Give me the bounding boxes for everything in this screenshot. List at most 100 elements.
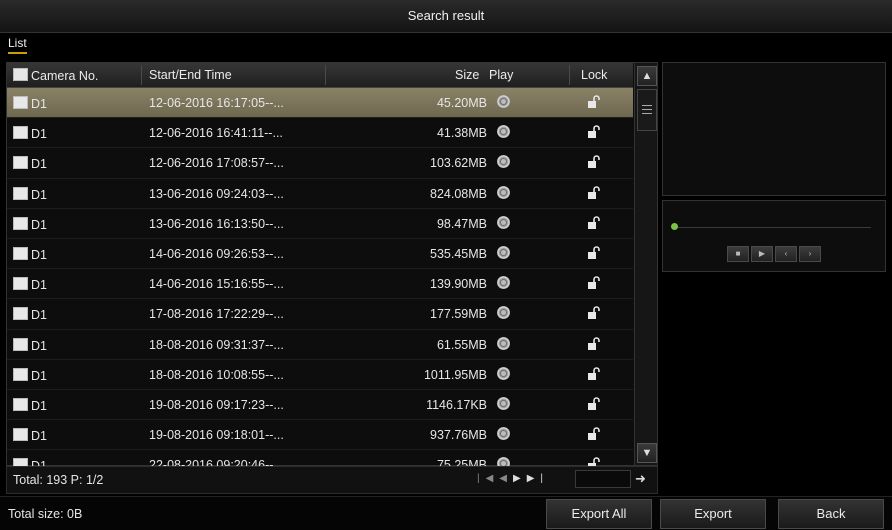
play-disc-icon[interactable] xyxy=(497,427,510,441)
row-checkbox[interactable] xyxy=(13,277,28,291)
pagination-controls[interactable]: |◀◀▶▶| xyxy=(477,473,549,484)
size-cell: 1146.17KB xyxy=(426,397,487,412)
table-row[interactable]: D1 13-06-2016 16:13:50--... 98.47MB xyxy=(7,209,633,239)
fast-forward-icon[interactable]: › xyxy=(799,246,821,262)
header-time[interactable]: Start/End Time xyxy=(149,68,232,82)
table-row[interactable]: D1 12-06-2016 16:41:11--... 41.38MB xyxy=(7,118,633,149)
list-footer: Total: 193 P: 1/2 |◀◀▶▶| ➜ xyxy=(6,466,658,494)
camera-label: D1 xyxy=(31,97,47,111)
play-disc-icon[interactable] xyxy=(497,185,510,199)
size-cell: 535.45MB xyxy=(430,246,487,261)
table-row[interactable]: D1 18-08-2016 09:31:37--... 61.55MB xyxy=(7,330,633,360)
play-disc-icon[interactable] xyxy=(497,125,510,139)
column-divider xyxy=(141,65,142,85)
select-all-checkbox[interactable] xyxy=(13,68,28,81)
row-checkbox[interactable] xyxy=(13,186,28,200)
row-checkbox[interactable] xyxy=(13,216,28,230)
play-disc-icon[interactable] xyxy=(497,215,510,229)
size-cell: 61.55MB xyxy=(436,337,487,352)
table-row[interactable]: D1 17-08-2016 17:22:29--... 177.59MB xyxy=(7,299,633,330)
row-checkbox[interactable] xyxy=(13,337,28,351)
table-row[interactable]: D1 14-06-2016 15:16:55--... 139.90MB xyxy=(7,269,633,300)
arrow-right-icon[interactable]: ➜ xyxy=(635,471,646,487)
header-size[interactable]: Size xyxy=(455,68,479,82)
time-cell: 12-06-2016 16:41:11--... xyxy=(149,126,283,141)
camera-label: D1 xyxy=(31,429,47,444)
progress-track[interactable] xyxy=(675,227,871,228)
progress-knob[interactable] xyxy=(671,223,678,230)
table-row[interactable]: D1 19-08-2016 09:17:23--... 1146.17KB xyxy=(7,390,633,421)
row-checkbox[interactable] xyxy=(13,156,28,170)
time-cell: 17-08-2016 17:22:29--... xyxy=(149,307,284,322)
file-list-panel: Camera No. Start/End Time Size Play Lock… xyxy=(6,62,658,481)
play-disc-icon[interactable] xyxy=(497,95,510,108)
unlocked-padlock-icon[interactable] xyxy=(587,276,601,290)
camera-cell: D1 xyxy=(13,96,47,111)
total-count: Total: 193 P: 1/2 xyxy=(13,473,104,487)
time-cell: 19-08-2016 09:17:23--... xyxy=(149,397,284,412)
column-divider xyxy=(325,65,326,85)
time-cell: 19-08-2016 09:18:01--... xyxy=(149,428,284,443)
page-number-input[interactable] xyxy=(575,470,631,488)
play-disc-icon[interactable] xyxy=(497,396,510,410)
header-play[interactable]: Play xyxy=(489,68,513,82)
camera-label: D1 xyxy=(31,338,47,353)
export-all-button[interactable]: Export All xyxy=(546,499,652,529)
play-disc-icon[interactable] xyxy=(497,306,510,320)
row-checkbox[interactable] xyxy=(13,96,28,109)
unlocked-padlock-icon[interactable] xyxy=(587,306,601,320)
play-disc-icon[interactable] xyxy=(497,336,510,350)
unlocked-padlock-icon[interactable] xyxy=(587,155,601,169)
row-checkbox[interactable] xyxy=(13,246,28,260)
chevron-up-icon[interactable]: ▲ xyxy=(637,66,657,86)
back-button[interactable]: Back xyxy=(778,499,884,529)
camera-cell: D1 xyxy=(13,367,47,383)
table-row[interactable]: D1 12-06-2016 17:08:57--... 103.62MB xyxy=(7,148,633,179)
unlocked-padlock-icon[interactable] xyxy=(587,366,601,381)
camera-label: D1 xyxy=(31,187,47,202)
unlocked-padlock-icon[interactable] xyxy=(587,397,601,411)
export-button[interactable]: Export xyxy=(660,499,766,529)
table-row[interactable]: D1 13-06-2016 09:24:03--... 824.08MB xyxy=(7,179,633,209)
play-disc-icon[interactable] xyxy=(497,155,510,169)
chevron-down-icon[interactable]: ▼ xyxy=(637,443,657,463)
row-checkbox[interactable] xyxy=(13,307,28,321)
time-cell: 12-06-2016 16:17:05--... xyxy=(149,96,284,110)
unlocked-padlock-icon[interactable] xyxy=(587,246,601,260)
tab-list[interactable]: List xyxy=(8,36,27,54)
table-row[interactable]: D1 14-06-2016 09:26:53--... 535.45MB xyxy=(7,239,633,270)
row-checkbox[interactable] xyxy=(13,397,28,411)
camera-cell: D1 xyxy=(13,126,47,141)
unlocked-padlock-icon[interactable] xyxy=(587,215,601,230)
unlocked-padlock-icon[interactable] xyxy=(587,95,601,109)
unlocked-padlock-icon[interactable] xyxy=(587,427,601,441)
camera-cell: D1 xyxy=(13,246,47,262)
table-row[interactable]: D1 19-08-2016 09:18:01--... 937.76MB xyxy=(7,420,633,451)
camera-cell: D1 xyxy=(13,186,47,202)
row-checkbox[interactable] xyxy=(13,428,28,442)
table-row[interactable]: D1 18-08-2016 10:08:55--... 1011.95MB xyxy=(7,360,633,390)
camera-label: D1 xyxy=(31,398,47,413)
unlocked-padlock-icon[interactable] xyxy=(587,185,601,200)
camera-cell: D1 xyxy=(13,277,47,292)
header-camera[interactable]: Camera No. xyxy=(13,68,98,83)
play-icon[interactable]: ▶ xyxy=(751,246,773,262)
play-disc-icon[interactable] xyxy=(497,245,510,259)
camera-label: D1 xyxy=(31,127,47,142)
play-disc-icon[interactable] xyxy=(497,366,510,380)
size-cell: 177.59MB xyxy=(430,307,487,322)
time-cell: 14-06-2016 15:16:55--... xyxy=(149,277,284,292)
unlocked-padlock-icon[interactable] xyxy=(587,336,601,351)
table-row[interactable]: D1 12-06-2016 16:17:05--... 45.20MB xyxy=(7,88,633,119)
slow-icon[interactable]: ‹ xyxy=(775,246,797,262)
stop-icon[interactable]: ■ xyxy=(727,246,749,262)
row-checkbox[interactable] xyxy=(13,367,28,381)
time-cell: 12-06-2016 17:08:57--... xyxy=(149,156,284,171)
play-disc-icon[interactable] xyxy=(497,276,510,290)
row-checkbox[interactable] xyxy=(13,126,28,140)
header-lock[interactable]: Lock xyxy=(581,68,607,82)
scrollbar[interactable]: ▲ ▼ xyxy=(634,63,657,465)
scroll-thumb[interactable] xyxy=(637,89,657,131)
size-cell: 937.76MB xyxy=(430,428,487,443)
unlocked-padlock-icon[interactable] xyxy=(587,125,601,139)
